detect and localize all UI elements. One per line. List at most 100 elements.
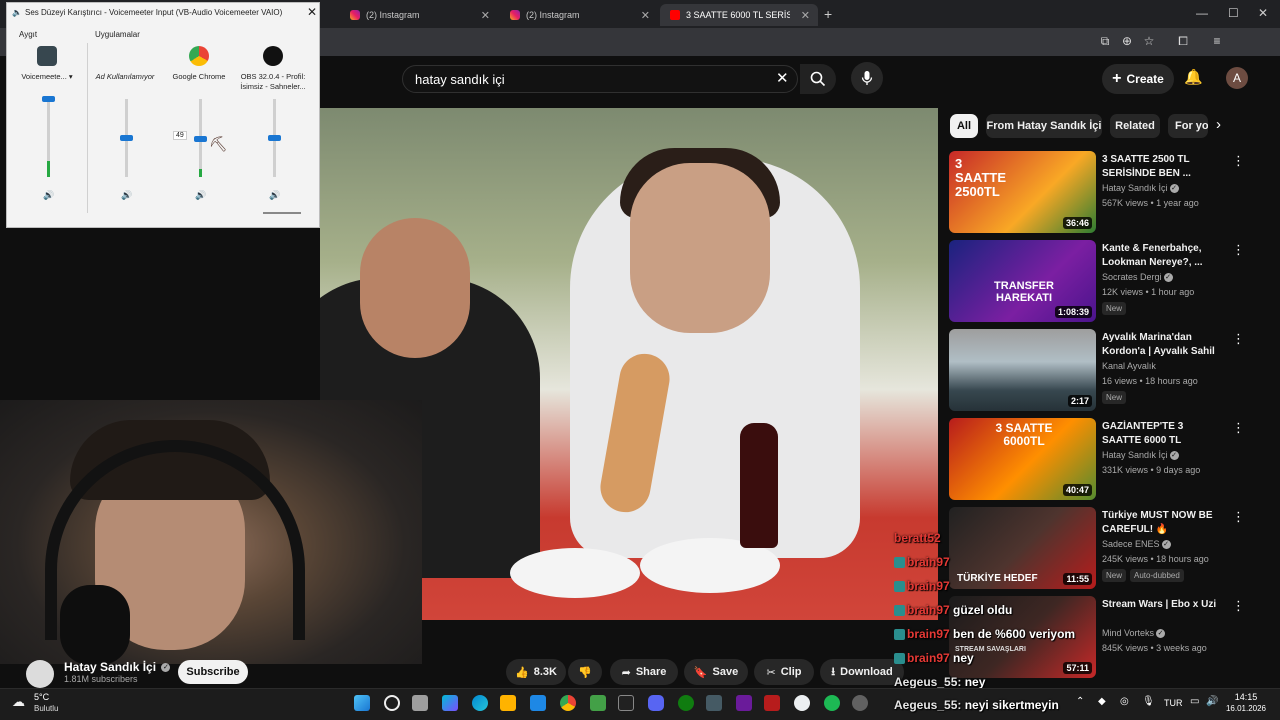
- download-button[interactable]: ⭳ Download: [820, 659, 904, 685]
- discord-icon[interactable]: [648, 695, 664, 711]
- edge-icon[interactable]: [472, 695, 488, 711]
- mixer-channel-app: Google Chrome 🔊 49 ⛏: [163, 43, 235, 213]
- channel-name[interactable]: Hatay Sandık İçi ✓: [64, 660, 171, 674]
- app-icon[interactable]: [794, 695, 810, 711]
- file-explorer-icon[interactable]: [500, 695, 516, 711]
- notifications-bell-icon[interactable]: 🔔: [1184, 68, 1203, 86]
- capcut-icon[interactable]: [618, 695, 634, 711]
- microphone-icon: [861, 71, 873, 85]
- search-button[interactable]: [800, 64, 836, 94]
- settings-gear-icon[interactable]: [706, 695, 722, 711]
- speaker-icon[interactable]: 🔊: [43, 190, 54, 201]
- bookmark-star-icon[interactable]: ☆: [1142, 34, 1156, 48]
- chip-all[interactable]: All: [950, 114, 978, 138]
- clip-button[interactable]: ✂ Clip: [754, 659, 814, 685]
- account-avatar[interactable]: A: [1226, 67, 1248, 89]
- more-options-icon[interactable]: ⋮: [1232, 153, 1245, 169]
- more-options-icon[interactable]: ⋮: [1232, 242, 1245, 258]
- speaker-icon[interactable]: 🔊: [269, 190, 280, 201]
- microphone-icon[interactable]: 🎙: [1142, 696, 1155, 707]
- xbox-icon[interactable]: [678, 695, 694, 711]
- close-tab-icon[interactable]: ✕: [481, 9, 490, 22]
- speaker-icon: 🔈: [12, 8, 22, 17]
- create-button[interactable]: + Create: [1102, 64, 1174, 94]
- save-button[interactable]: 🔖 Save: [684, 659, 748, 685]
- maximize-icon[interactable]: ☐: [1228, 6, 1239, 20]
- close-window-icon[interactable]: ✕: [1258, 6, 1268, 20]
- tray-icon[interactable]: ◆: [1098, 696, 1106, 707]
- video-thumbnail[interactable]: 2:17: [949, 329, 1096, 411]
- channel-subscribers: 1.81M subscribers: [64, 674, 138, 684]
- recommended-video[interactable]: 2:17 Ayvalık Marina'dan Kordon'a | Ayval…: [948, 329, 1268, 413]
- chevron-up-icon[interactable]: ⌃: [1076, 696, 1084, 707]
- sidebar-icon[interactable]: ≡: [1210, 34, 1224, 48]
- chrome-icon: [189, 46, 209, 66]
- like-button[interactable]: 👍 8.3K: [506, 659, 566, 685]
- channel-avatar[interactable]: [26, 660, 54, 688]
- search-icon[interactable]: [384, 695, 400, 711]
- volume-icon[interactable]: 🔊: [1206, 696, 1218, 707]
- more-options-icon[interactable]: ⋮: [1232, 598, 1245, 614]
- network-icon[interactable]: ▭: [1190, 696, 1199, 707]
- task-view-icon[interactable]: [412, 695, 428, 711]
- search-input[interactable]: hatay sandık içi: [402, 65, 798, 93]
- tab-youtube-active[interactable]: 3 SAATTE 6000 TL SERİSİ !!! ✕: [660, 4, 818, 26]
- video-thumbnail[interactable]: 3 SAATTE 2500TL 36:46: [949, 151, 1096, 233]
- tab-instagram-1[interactable]: (2) Instagram ✕: [340, 4, 498, 26]
- microsoft-store-icon[interactable]: [530, 695, 546, 711]
- video-thumbnail[interactable]: 3 SAATTE 6000TL 40:47: [949, 418, 1096, 500]
- tab-instagram-2[interactable]: (2) Instagram ✕: [500, 4, 658, 26]
- scissors-icon: ✂: [766, 666, 776, 679]
- close-icon[interactable]: ✕: [307, 5, 317, 19]
- chat-badge-icon: [894, 557, 905, 569]
- minimize-icon[interactable]: —: [1196, 6, 1208, 20]
- start-icon[interactable]: [354, 695, 370, 711]
- weather-icon[interactable]: ☁: [12, 694, 25, 710]
- plus-icon: +: [1112, 70, 1122, 87]
- minecraft-icon[interactable]: [590, 695, 606, 711]
- volume-slider[interactable]: [268, 135, 281, 141]
- clear-search-icon[interactable]: ✕: [776, 69, 789, 87]
- zoom-icon[interactable]: ⊕: [1120, 34, 1134, 48]
- more-options-icon[interactable]: ⋮: [1232, 331, 1245, 347]
- extensions-icon[interactable]: ⧠: [1176, 34, 1190, 48]
- recommended-video[interactable]: TRANSFER HAREKATI 1:08:39 Kante & Fenerb…: [948, 240, 1268, 324]
- more-options-icon[interactable]: ⋮: [1232, 420, 1245, 436]
- app-icon[interactable]: [736, 695, 752, 711]
- new-tab-icon[interactable]: +: [824, 6, 832, 22]
- chip-from-channel[interactable]: From Hatay Sandık İçi: [986, 114, 1102, 138]
- tray-icon[interactable]: ◎: [1120, 696, 1129, 707]
- voicemeeter-icon[interactable]: [764, 695, 780, 711]
- cast-icon[interactable]: ⧉: [1098, 34, 1112, 48]
- volume-slider[interactable]: [120, 135, 133, 141]
- chrome-icon[interactable]: [560, 695, 576, 711]
- recommended-video[interactable]: 3 SAATTE 2500TL 36:46 3 SAATTE 2500 TL S…: [948, 151, 1268, 235]
- dislike-button[interactable]: 👎: [568, 659, 602, 685]
- speaker-icon[interactable]: 🔊: [195, 190, 206, 201]
- speaker-icon[interactable]: 🔊: [121, 190, 132, 201]
- chip-related[interactable]: Related: [1110, 114, 1160, 138]
- recommended-video[interactable]: TÜRKİYE HEDEF 11:55 Türkiye MUST NOW BE …: [948, 507, 1268, 591]
- recommended-video[interactable]: 3 SAATTE 6000TL 40:47 GAZİANTEP'TE 3 SAA…: [948, 418, 1268, 502]
- subscribe-button[interactable]: Subscribe: [178, 660, 248, 684]
- voice-search-button[interactable]: [851, 62, 883, 94]
- spotify-icon[interactable]: [824, 695, 840, 711]
- chevron-right-icon[interactable]: ›: [1216, 116, 1221, 133]
- obs-icon[interactable]: [852, 695, 868, 711]
- video-thumbnail[interactable]: TÜRKİYE HEDEF 11:55: [949, 507, 1096, 589]
- new-badge: New: [1102, 302, 1127, 315]
- copilot-icon[interactable]: [442, 695, 458, 711]
- volume-slider[interactable]: [42, 96, 55, 102]
- more-options-icon[interactable]: ⋮: [1232, 509, 1245, 525]
- close-tab-icon[interactable]: ✕: [641, 9, 650, 22]
- horizontal-scrollbar[interactable]: [263, 212, 301, 214]
- share-button[interactable]: ➦ Share: [610, 659, 678, 685]
- video-thumbnail[interactable]: TRANSFER HAREKATI 1:08:39: [949, 240, 1096, 322]
- chat-badge-icon: [894, 629, 905, 641]
- youtube-icon: [670, 10, 680, 20]
- volume-slider[interactable]: [194, 135, 207, 142]
- chip-for-you[interactable]: For you: [1168, 114, 1208, 138]
- close-tab-icon[interactable]: ✕: [801, 9, 810, 22]
- verified-icon: ✓: [1169, 184, 1179, 194]
- volume-tooltip: 49: [173, 131, 187, 140]
